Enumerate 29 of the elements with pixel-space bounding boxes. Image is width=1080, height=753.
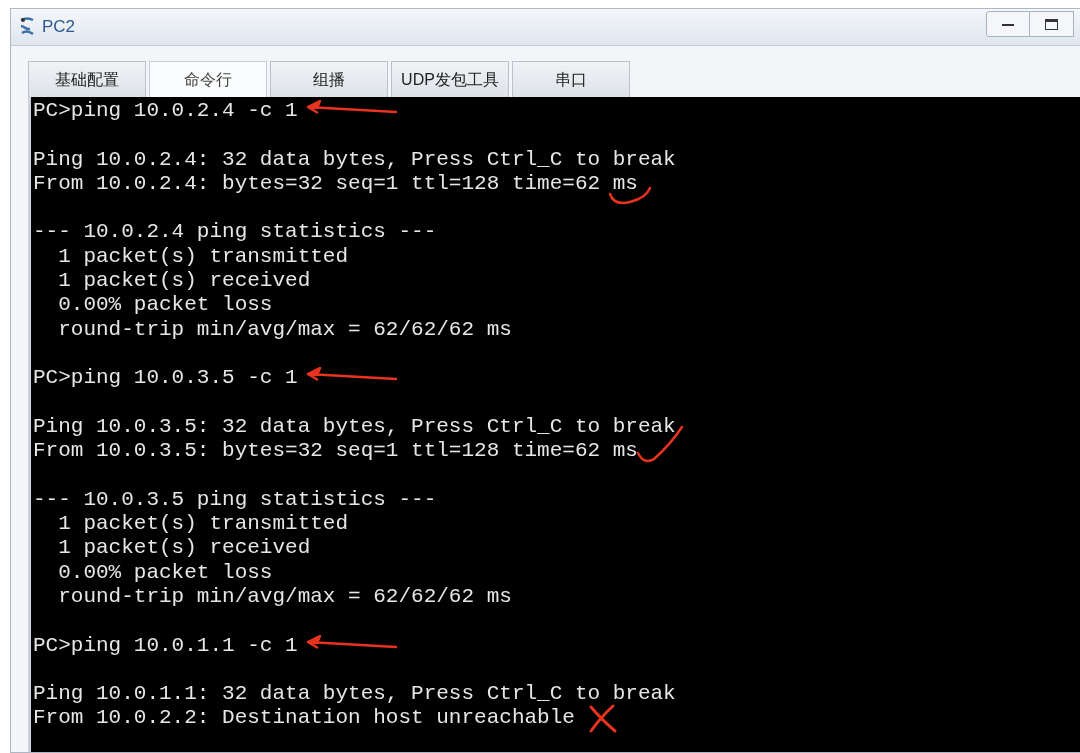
minimize-button[interactable] [986, 11, 1030, 37]
terminal-line: PC>ping 10.0.1.1 -c 1 [33, 633, 298, 658]
terminal-line: From 10.0.3.5: bytes=32 seq=1 ttl=128 time=62 ms [33, 439, 638, 464]
window-title: PC2 [42, 16, 76, 39]
terminal-line: 0.00% packet loss [57, 560, 273, 585]
terminal-line: From 10.0.2.2: Destination host unreachable [33, 706, 575, 731]
terminal-line: 1 packet(s) received [57, 269, 311, 294]
minimize-icon [1002, 22, 1014, 26]
terminal-line: round-trip min/avg/max = 62/62/62 ms [57, 584, 512, 610]
maximize-icon [1045, 18, 1058, 30]
terminal-line: 0.00% packet loss [57, 293, 273, 318]
terminal-line: From 10.0.2.4: bytes=32 seq=1 ttl=128 time=62 ms [33, 171, 638, 197]
tab[interactable]: UDP发包工具 [391, 61, 509, 97]
terminal-line: PC>ping 10.0.3.5 -c 1 [33, 366, 298, 391]
terminal-line: Ping 10.0.1.1: 32 data bytes, Press Ctrl_C to break [33, 682, 676, 707]
terminal-line: Ping 10.0.2.4: 32 data bytes, Press Ctrl_C to break [33, 147, 676, 172]
terminal-line: Ping 10.0.3.5: 32 data bytes, Press Ctrl_C to break [33, 414, 676, 440]
tab[interactable]: 基础配置 [28, 61, 146, 97]
terminal-line: round-trip min/avg/max = 62/62/62 ms [57, 317, 512, 342]
maximize-button[interactable] [1030, 11, 1074, 37]
terminal-line: --- 10.0.2.4 ping statistics --- [33, 220, 437, 245]
terminal-line: PC>ping 10.0.2.4 -c 1 [33, 99, 298, 124]
terminal-line: 1 packet(s) received [57, 536, 311, 561]
tab[interactable]: 串口 [512, 61, 630, 97]
tab[interactable]: 命令行 [149, 61, 267, 97]
terminal-line: 1 packet(s) transmitted [57, 512, 349, 537]
terminal-line: --- 10.0.3.5 ping statistics --- [33, 487, 437, 513]
tab[interactable]: 组播 [270, 61, 388, 97]
terminal-line: 1 packet(s) transmitted [57, 244, 349, 270]
